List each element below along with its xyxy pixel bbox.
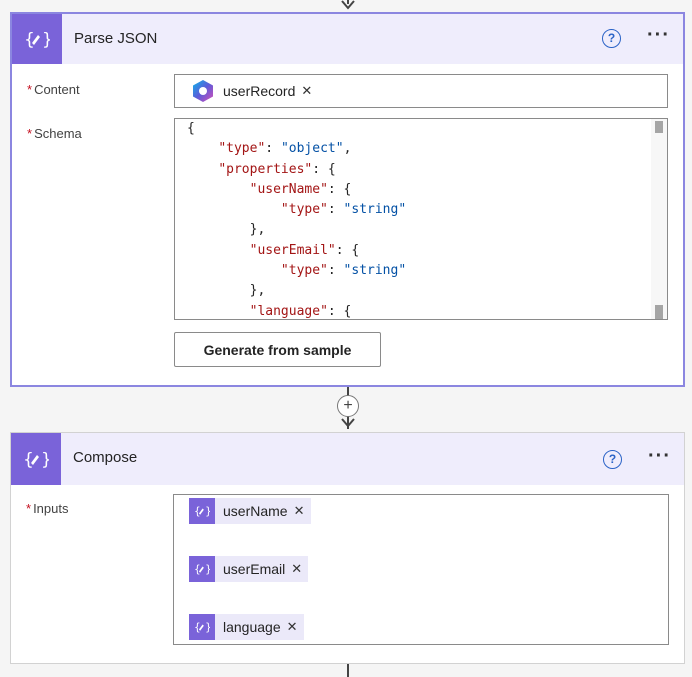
inputs-field[interactable]: {} userName ✕ {} userEmail ✕ {} language ✕ — [173, 494, 669, 645]
json-punct: : — [265, 141, 281, 157]
svg-text:}: } — [205, 622, 210, 634]
dynamic-content-token[interactable]: {} userName ✕ — [189, 498, 311, 524]
token-label: userEmail — [223, 561, 286, 577]
compose-card[interactable]: { } Compose ? ··· *Inputs {} userName ✕ {} u… — [10, 432, 685, 664]
schema-code-line: "language": { — [187, 302, 651, 319]
content-field[interactable]: userRecord ✕ — [174, 74, 668, 108]
schema-code-line: "userEmail": { — [187, 241, 651, 261]
json-punct: { — [187, 121, 195, 136]
schema-code-line: { — [187, 119, 651, 139]
json-punct — [187, 304, 250, 319]
json-key: "type" — [280, 263, 328, 279]
dynamic-content-token[interactable]: {} userEmail ✕ — [189, 556, 309, 582]
schema-scrollbar[interactable] — [651, 119, 667, 319]
json-punct: : — [327, 202, 344, 218]
scrollbar-thumb-bottom[interactable] — [655, 305, 663, 319]
data-operation-icon: {} — [189, 498, 215, 524]
data-operation-icon: { } — [11, 433, 61, 485]
svg-text:}: } — [205, 564, 210, 576]
svg-text:}: } — [42, 30, 50, 50]
arrow-down-icon — [341, 418, 355, 428]
inputs-label: * Inputs — [26, 501, 69, 516]
token-label: userName — [223, 503, 288, 519]
json-key: "type" — [280, 202, 328, 218]
json-string: "string" — [343, 202, 407, 218]
parse-json-header[interactable]: { } Parse JSON ? ··· — [12, 14, 683, 64]
json-punct — [187, 182, 250, 197]
json-punct — [187, 263, 281, 278]
json-punct: : { — [312, 161, 336, 177]
remove-token-icon[interactable]: ✕ — [291, 561, 302, 577]
data-operation-icon: { } — [12, 14, 62, 64]
more-options-icon[interactable]: ··· — [648, 445, 671, 468]
help-icon[interactable]: ? — [603, 450, 622, 469]
schema-code-line: }, — [187, 281, 651, 301]
data-operation-icon: {} — [189, 556, 215, 582]
svg-text:{: { — [24, 30, 35, 50]
token-label: language — [223, 619, 281, 635]
help-icon[interactable]: ? — [602, 29, 621, 48]
svg-text:}: } — [41, 450, 49, 470]
json-key: "properties" — [218, 161, 313, 177]
json-punct: : { — [327, 303, 352, 319]
json-punct — [187, 243, 250, 258]
svg-text:{: { — [194, 622, 201, 634]
json-punct: : { — [335, 242, 360, 258]
json-punct — [187, 202, 281, 217]
svg-text:}: } — [205, 506, 210, 518]
more-options-icon[interactable]: ··· — [647, 24, 670, 47]
schema-code[interactable]: { "type": "object", "properties": { "use… — [187, 119, 651, 319]
content-label: * Content — [27, 82, 80, 97]
svg-text:{: { — [194, 564, 201, 576]
json-punct — [187, 162, 218, 177]
card-title: Parse JSON — [74, 30, 158, 47]
json-punct: : { — [327, 181, 352, 197]
schema-code-line: }, — [187, 220, 651, 240]
remove-token-icon[interactable]: ✕ — [287, 619, 298, 635]
parse-json-card[interactable]: { } Parse JSON ? ··· *Content userRecord — [10, 12, 685, 387]
json-key: "language" — [249, 303, 328, 319]
svg-text:{: { — [23, 450, 34, 470]
svg-text:{: { — [194, 506, 201, 518]
data-operation-icon: {} — [189, 614, 215, 640]
schema-code-line: "type": "object", — [187, 139, 651, 159]
json-punct: }, — [187, 283, 266, 299]
dynamic-content-token[interactable]: userRecord ✕ — [191, 78, 312, 104]
schema-code-line: "type": "string" — [187, 200, 651, 220]
json-string: "string" — [343, 263, 407, 279]
add-step-button[interactable]: + — [337, 395, 359, 417]
schema-code-line: "type": "string" — [187, 261, 651, 281]
dataverse-icon — [193, 80, 213, 102]
remove-token-icon[interactable]: ✕ — [294, 503, 305, 519]
json-punct: }, — [187, 222, 266, 238]
json-punct: : — [327, 263, 344, 279]
schema-editor[interactable]: { "type": "object", "properties": { "use… — [174, 118, 668, 320]
json-key: "userName" — [249, 181, 328, 197]
bottom-connector-line — [347, 664, 349, 677]
remove-token-icon[interactable]: ✕ — [301, 83, 312, 99]
json-key: "userEmail" — [249, 242, 336, 258]
card-title: Compose — [73, 449, 138, 466]
generate-from-sample-button[interactable]: Generate from sample — [174, 332, 381, 367]
schema-code-line: "userName": { — [187, 180, 651, 200]
json-punct — [187, 141, 218, 156]
schema-label: * Schema — [27, 126, 82, 141]
json-key: "type" — [218, 141, 266, 157]
token-label: userRecord — [223, 83, 296, 99]
dynamic-content-token[interactable]: {} language ✕ — [189, 614, 304, 640]
compose-header[interactable]: { } Compose ? ··· — [11, 433, 684, 485]
schema-code-line: "properties": { — [187, 160, 651, 180]
scrollbar-thumb-top[interactable] — [655, 121, 663, 133]
json-string: "object" — [280, 141, 344, 157]
json-punct: , — [343, 141, 352, 157]
